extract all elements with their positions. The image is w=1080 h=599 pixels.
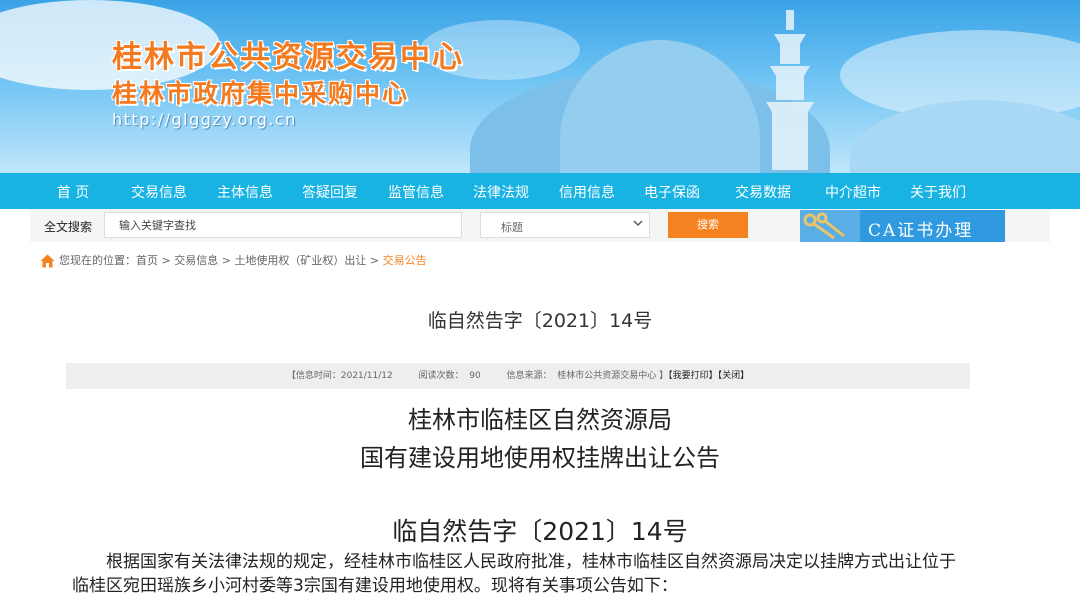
site-url: http://glggzy.org.cn xyxy=(112,110,297,129)
pagoda-illustration-icon xyxy=(766,10,814,170)
info-source: 桂林市公共资源交易中心 xyxy=(557,371,657,381)
info-views: 90 xyxy=(469,371,481,381)
breadcrumb: 您现在的位置：首页 > 交易信息 > 土地使用权（矿业权）出让 > 交易公告 xyxy=(40,252,427,270)
nav-item-about[interactable]: 关于我们 xyxy=(903,173,973,209)
nav-item-e-guarantee[interactable]: 电子保函 xyxy=(637,173,707,209)
site-title-primary: 桂林市公共资源交易中心 xyxy=(112,40,464,75)
info-source-label: 信息来源： xyxy=(506,371,552,381)
info-close-bracket: 】 xyxy=(659,371,669,381)
home-icon xyxy=(40,254,55,268)
search-input[interactable] xyxy=(104,212,462,238)
ca-certificate-banner[interactable]: CA证书办理 xyxy=(800,210,1005,242)
breadcrumb-separator: > xyxy=(158,254,175,267)
ca-banner-label: CA证书办理 xyxy=(868,221,974,241)
info-time-label: 【信息时间： xyxy=(286,371,341,381)
article-info-bar: 【信息时间：2021/11/12 阅读次数： 90 信息来源： 桂林市公共资源交… xyxy=(66,363,970,389)
info-time: 2021/11/12 xyxy=(340,371,393,381)
info-views-label: 阅读次数： xyxy=(418,371,464,381)
breadcrumb-trading-info[interactable]: 交易信息 xyxy=(174,254,218,267)
search-field-value: 标题 xyxy=(501,221,523,234)
nav-item-trading-info[interactable]: 交易信息 xyxy=(124,173,194,209)
main-nav: 首 页 交易信息 主体信息 答疑回复 监管信息 法律法规 信用信息 电子保函 交… xyxy=(0,173,1080,209)
print-link[interactable]: 【我要打印】 xyxy=(668,371,718,381)
breadcrumb-prefix: 您现在的位置： xyxy=(59,254,136,267)
article-heading-notice: 国有建设用地使用权挂牌出让公告 xyxy=(360,444,720,472)
key-icon xyxy=(800,210,860,242)
nav-item-trade-data[interactable]: 交易数据 xyxy=(728,173,798,209)
nav-item-entity-info[interactable]: 主体信息 xyxy=(210,173,280,209)
nav-item-agency-market[interactable]: 中介超市 xyxy=(818,173,888,209)
nav-item-supervision[interactable]: 监管信息 xyxy=(381,173,451,209)
breadcrumb-separator: > xyxy=(218,254,235,267)
breadcrumb-home[interactable]: 首页 xyxy=(136,254,158,267)
nav-item-credit[interactable]: 信用信息 xyxy=(552,173,622,209)
document-title: 临自然告字〔2021〕14号 xyxy=(427,310,653,332)
search-field-select[interactable]: 标题 xyxy=(480,212,650,238)
article-heading-agency: 桂林市临桂区自然资源局 xyxy=(408,406,672,434)
header-banner: 桂林市公共资源交易中心 桂林市政府集中采购中心 http://glggzy.or… xyxy=(0,0,1080,173)
nav-item-qa[interactable]: 答疑回复 xyxy=(295,173,365,209)
article-doc-number: 临自然告字〔2021〕14号 xyxy=(392,517,688,546)
search-button[interactable]: 搜索 xyxy=(668,212,748,238)
chevron-down-icon xyxy=(633,220,643,226)
nav-item-laws[interactable]: 法律法规 xyxy=(466,173,536,209)
nav-item-home[interactable]: 首 页 xyxy=(40,173,106,209)
breadcrumb-land-use[interactable]: 土地使用权（矿业权）出让 xyxy=(234,254,366,267)
article-body-paragraph: 根据国家有关法律法规的规定，经桂林市临桂区人民政府批准，桂林市临桂区自然资源局决… xyxy=(72,552,956,596)
breadcrumb-separator: > xyxy=(366,254,383,267)
site-title-secondary: 桂林市政府集中采购中心 xyxy=(112,79,410,108)
close-link[interactable]: 【关闭】 xyxy=(718,371,750,381)
breadcrumb-current[interactable]: 交易公告 xyxy=(383,254,427,267)
search-label: 全文搜索 xyxy=(44,220,93,234)
